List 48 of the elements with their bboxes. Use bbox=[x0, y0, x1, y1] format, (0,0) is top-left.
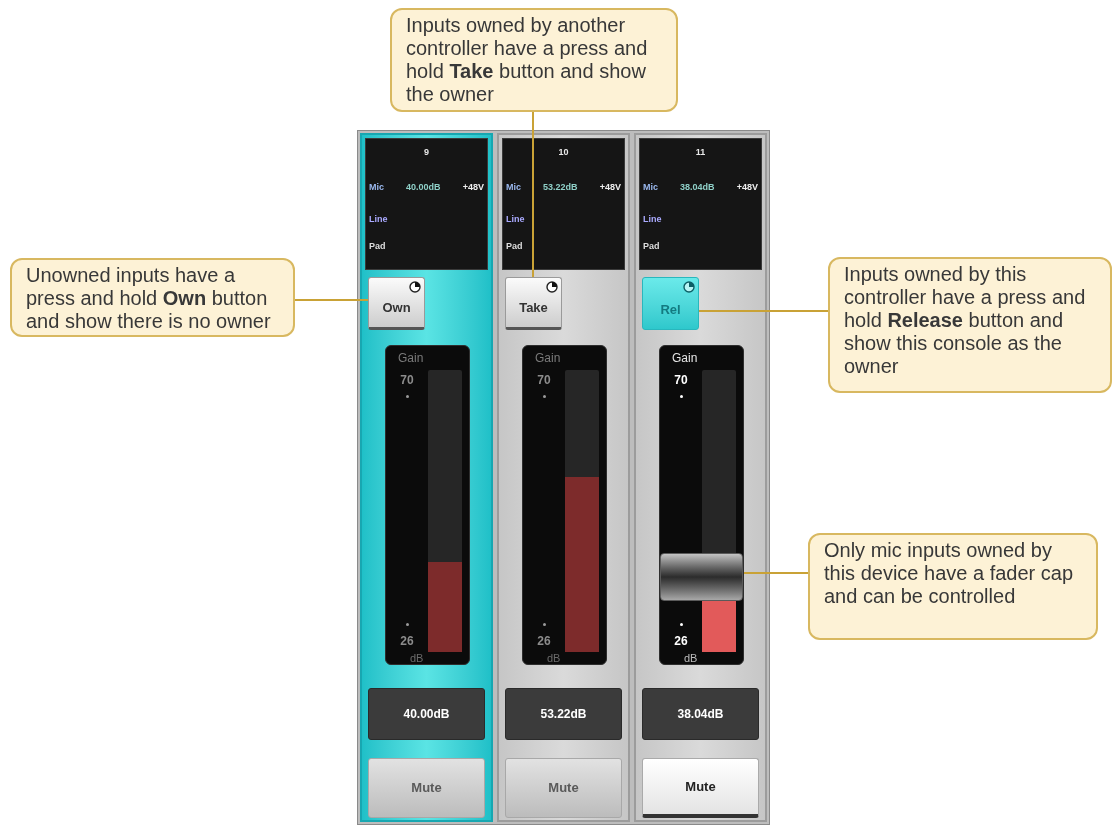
quarter-pie-icon bbox=[409, 281, 421, 293]
unit-label: dB bbox=[547, 652, 561, 664]
gain-readout: 38.04dB bbox=[642, 688, 759, 740]
fader-track[interactable] bbox=[428, 370, 462, 652]
scale-max-label: 70 bbox=[537, 372, 551, 389]
pad-label: Pad bbox=[643, 240, 660, 254]
scale-max-label: 70 bbox=[400, 372, 414, 389]
callout-note: Inputs owned by this controller have a press and hold Release button and show this console as the owner bbox=[828, 257, 1112, 393]
phantom-power-label: +48V bbox=[462, 181, 484, 195]
leader-line bbox=[743, 572, 809, 574]
phantom-power-label: +48V bbox=[736, 181, 758, 195]
fader-cap[interactable] bbox=[660, 552, 743, 601]
scale-min-label: 26 bbox=[537, 633, 551, 650]
unit-label: dB bbox=[684, 652, 698, 664]
source-label: Mic bbox=[506, 181, 521, 195]
gain-title: Gain bbox=[672, 350, 698, 367]
gain-title: Gain bbox=[535, 350, 561, 367]
fader-track[interactable] bbox=[565, 370, 599, 652]
phantom-power-label: +48V bbox=[599, 181, 621, 195]
channel-number: 9 bbox=[424, 146, 429, 159]
ownership-button[interactable]: Own bbox=[368, 277, 425, 330]
callout-note: Unowned inputs have a press and hold Own button and show there is no owner bbox=[10, 258, 295, 337]
gain-value: 40.00dB bbox=[406, 181, 441, 195]
scale-max-label: 70 bbox=[674, 372, 688, 389]
scale-min-label: 26 bbox=[674, 633, 688, 650]
mute-button[interactable]: Mute bbox=[642, 758, 759, 818]
channel-strip[interactable]: 11 Mic 38.04dB +48V Line Pad Rel Gain 70 26 dB 38.04dB Mute bbox=[634, 133, 767, 822]
line-label: Line bbox=[643, 213, 662, 227]
quarter-pie-icon bbox=[683, 281, 695, 293]
unit-label: dB bbox=[410, 652, 424, 664]
gain-title: Gain bbox=[398, 350, 424, 367]
gain-readout: 53.22dB bbox=[505, 688, 622, 740]
scale-min-label: 26 bbox=[400, 633, 414, 650]
callout-note: Inputs owned by another controller have a press and hold Take button and show the owner bbox=[390, 8, 678, 112]
line-label: Line bbox=[369, 213, 388, 227]
pad-label: Pad bbox=[369, 240, 386, 254]
callout-note: Only mic inputs owned by this device have a fader cap and can be controlled bbox=[808, 533, 1098, 640]
source-label: Mic bbox=[369, 181, 384, 195]
quarter-pie-icon bbox=[546, 281, 558, 293]
ownership-button[interactable]: Take bbox=[505, 277, 562, 330]
line-label: Line bbox=[506, 213, 525, 227]
channel-number: 11 bbox=[695, 146, 706, 159]
gain-value: 38.04dB bbox=[680, 181, 715, 195]
gain-value: 53.22dB bbox=[543, 181, 578, 195]
gain-readout: 40.00dB bbox=[368, 688, 485, 740]
source-label: Mic bbox=[643, 181, 658, 195]
pad-label: Pad bbox=[506, 240, 523, 254]
channel-number: 10 bbox=[558, 146, 569, 159]
